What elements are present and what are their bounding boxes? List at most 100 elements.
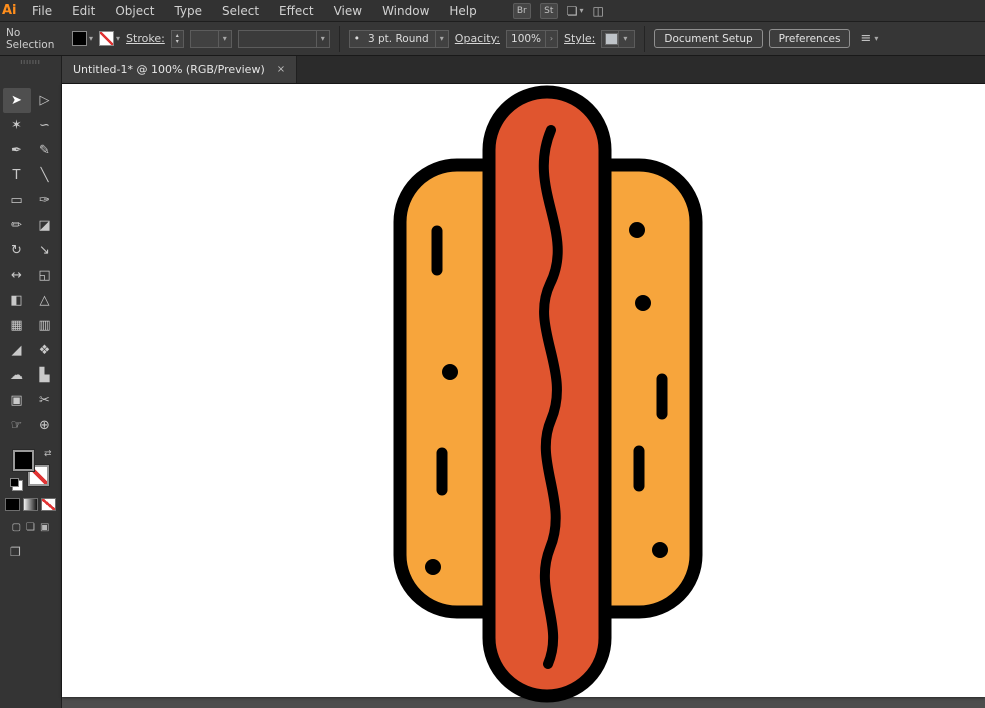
stroke-weight-combo[interactable]: ▾ xyxy=(190,30,232,48)
screen-mode-icon[interactable]: ❐ xyxy=(10,545,21,559)
zoom-tool[interactable]: ⊕ xyxy=(31,413,59,438)
menu-select[interactable]: Select xyxy=(212,4,269,18)
shape-builder-tool[interactable]: ◧ xyxy=(3,288,31,313)
menu-object[interactable]: Object xyxy=(105,4,164,18)
divider xyxy=(339,26,340,52)
direct-selection-tool[interactable]: ▷ xyxy=(31,88,59,113)
stroke-panel-link[interactable]: Stroke: xyxy=(126,32,165,45)
scale-tool[interactable]: ↘ xyxy=(31,238,59,263)
gradient-button[interactable] xyxy=(23,498,38,511)
opacity-value: 100% xyxy=(507,33,545,45)
document-tab[interactable]: Untitled-1* @ 100% (RGB/Preview) × xyxy=(62,56,297,83)
fill-indicator[interactable] xyxy=(13,450,34,471)
document-tab-title: Untitled-1* @ 100% (RGB/Preview) xyxy=(73,63,265,76)
gradient-tool[interactable]: ▥ xyxy=(31,313,59,338)
rotate-tool[interactable]: ↻ xyxy=(3,238,31,263)
chevron-down-icon: ▾ xyxy=(874,34,878,43)
pencil-tool[interactable]: ✏ xyxy=(3,213,31,238)
style-swatch xyxy=(605,33,618,45)
blend-tool[interactable]: ❖ xyxy=(31,338,59,363)
chevron-down-icon: ▾ xyxy=(440,34,444,43)
column-graph-tool[interactable]: ▙ xyxy=(31,363,59,388)
menu-effect[interactable]: Effect xyxy=(269,4,324,18)
chevron-down-icon: ▾ xyxy=(223,34,227,43)
menu-file[interactable]: File xyxy=(22,4,62,18)
lasso-tool[interactable]: ∽ xyxy=(31,113,59,138)
line-segment-tool[interactable]: ╲ xyxy=(31,163,59,188)
share-button[interactable]: ◫ xyxy=(593,4,604,18)
chevron-down-icon: ▾ xyxy=(580,6,584,15)
fill-swatch[interactable] xyxy=(72,31,87,46)
control-bar: No Selection ▾ ▾ Stroke: ▴ ▾ ▾ ▾ • 3 pt.… xyxy=(0,22,985,56)
style-panel-link[interactable]: Style: xyxy=(564,32,595,45)
profile-value: 3 pt. Round xyxy=(364,33,435,45)
tools-panel: ııııııı ➤ ▷ ✶ ∽ ✒ ✎ T ╲ ▭ ✑ ✏ ◪ ↻ ↘ ↔ ◱ … xyxy=(0,56,62,708)
hotdog-artwork xyxy=(62,84,985,708)
type-tool[interactable]: T xyxy=(3,163,31,188)
color-type-buttons xyxy=(5,498,56,511)
close-icon[interactable]: × xyxy=(277,64,285,75)
slice-tool[interactable]: ✂ xyxy=(31,388,59,413)
opacity-combo[interactable]: 100% › xyxy=(506,30,558,48)
divider xyxy=(644,26,645,52)
align-icon: ≡ xyxy=(860,31,871,46)
curvature-tool[interactable]: ✎ xyxy=(31,138,59,163)
eyedropper-tool[interactable]: ◢ xyxy=(3,338,31,363)
artboard-tool[interactable]: ▣ xyxy=(3,388,31,413)
none-button[interactable] xyxy=(41,498,56,511)
hand-tool[interactable]: ☞ xyxy=(3,413,31,438)
profile-dot-icon: • xyxy=(350,33,364,45)
bridge-icon[interactable]: Br xyxy=(513,3,531,19)
default-fill-stroke-icon[interactable] xyxy=(10,478,19,487)
menu-type[interactable]: Type xyxy=(164,4,212,18)
color-button[interactable] xyxy=(5,498,20,511)
stock-icon[interactable]: St xyxy=(540,3,558,19)
stepper-down-icon[interactable]: ▾ xyxy=(176,39,179,45)
menu-edit[interactable]: Edit xyxy=(62,4,105,18)
graphic-style-combo[interactable]: ▾ xyxy=(601,30,635,48)
draw-normal-icon[interactable]: ▢ xyxy=(12,522,21,533)
menubar: Ai File Edit Object Type Select Effect V… xyxy=(0,0,985,22)
chevron-down-icon: ▾ xyxy=(321,34,325,43)
document-tabbar: Untitled-1* @ 100% (RGB/Preview) × xyxy=(62,56,985,84)
draw-inside-icon[interactable]: ▣ xyxy=(40,522,49,533)
pasteboard[interactable] xyxy=(62,84,985,708)
paintbrush-tool[interactable]: ✑ xyxy=(31,188,59,213)
menu-help[interactable]: Help xyxy=(439,4,486,18)
share-icon: ◫ xyxy=(593,4,604,18)
perspective-grid-tool[interactable]: △ xyxy=(31,288,59,313)
mesh-tool[interactable]: ▦ xyxy=(3,313,31,338)
document-setup-button[interactable]: Document Setup xyxy=(654,29,762,48)
magic-wand-tool[interactable]: ✶ xyxy=(3,113,31,138)
preferences-button[interactable]: Preferences xyxy=(769,29,851,48)
chevron-down-icon: ▾ xyxy=(116,34,120,43)
pen-tool[interactable]: ✒ xyxy=(3,138,31,163)
app-logo: Ai xyxy=(0,3,22,18)
arrange-documents-icon: ❏ xyxy=(567,4,578,18)
align-options-button[interactable]: ≡ ▾ xyxy=(860,31,878,46)
stroke-swatch[interactable] xyxy=(99,31,114,46)
drawing-mode-buttons: ▢ ❏ ▣ xyxy=(12,522,50,533)
free-transform-tool[interactable]: ◱ xyxy=(31,263,59,288)
menu-view[interactable]: View xyxy=(324,4,372,18)
variable-width-profile-combo[interactable]: • 3 pt. Round ▾ xyxy=(349,30,449,48)
stroke-weight-stepper[interactable]: ▴ ▾ xyxy=(171,30,184,48)
arrange-documents-button[interactable]: ❏ ▾ xyxy=(567,4,584,18)
brush-definition-combo[interactable]: ▾ xyxy=(238,30,330,48)
draw-behind-icon[interactable]: ❏ xyxy=(26,522,35,533)
chevron-right-icon: › xyxy=(550,34,553,43)
panel-grip[interactable]: ııııııı xyxy=(20,58,41,66)
eraser-tool[interactable]: ◪ xyxy=(31,213,59,238)
selection-tool[interactable]: ➤ xyxy=(3,88,31,113)
width-tool[interactable]: ↔ xyxy=(3,263,31,288)
illustrator-window: Ai File Edit Object Type Select Effect V… xyxy=(0,0,985,708)
symbol-sprayer-tool[interactable]: ☁ xyxy=(3,363,31,388)
stroke-color-control[interactable]: ▾ xyxy=(99,31,120,46)
swap-fill-stroke-icon[interactable]: ⇄ xyxy=(44,449,52,459)
menu-window[interactable]: Window xyxy=(372,4,439,18)
opacity-panel-link[interactable]: Opacity: xyxy=(455,32,500,45)
chevron-down-icon: ▾ xyxy=(89,34,93,43)
fill-color-control[interactable]: ▾ xyxy=(72,31,93,46)
rectangle-tool[interactable]: ▭ xyxy=(3,188,31,213)
selection-status: No Selection xyxy=(6,27,66,51)
